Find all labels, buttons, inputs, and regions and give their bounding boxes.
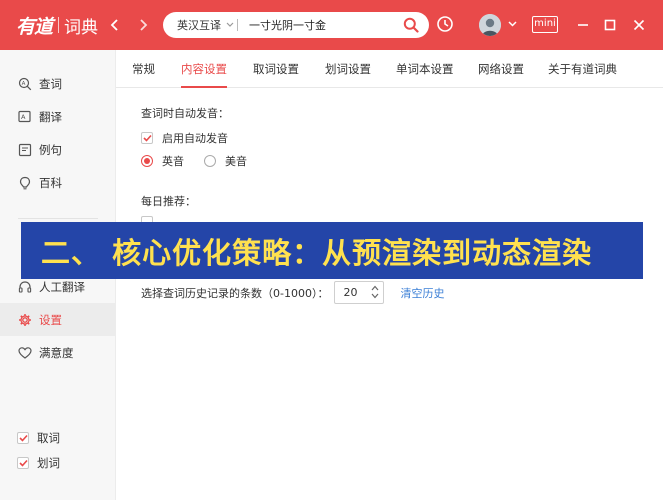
tab-wordbook-settings[interactable]: 单词本设置 bbox=[396, 50, 454, 88]
toggle-select-word[interactable]: 划词 bbox=[17, 455, 60, 471]
sidebar-item-satisfaction[interactable]: 满意度 bbox=[0, 336, 116, 369]
sidebar-item-encyclopedia[interactable]: 百科 bbox=[0, 166, 116, 199]
heart-icon bbox=[17, 345, 33, 361]
accent-radio-group: 英音 美音 bbox=[141, 153, 267, 169]
sentence-icon bbox=[17, 142, 33, 158]
gear-icon bbox=[17, 312, 33, 328]
search-box: 英汉互译 bbox=[163, 12, 429, 38]
title-bar: 有道 词典 英汉互译 mini bbox=[0, 0, 663, 50]
radio-dot bbox=[144, 158, 150, 164]
svg-text:A: A bbox=[22, 81, 26, 87]
history-count-stepper[interactable] bbox=[334, 281, 385, 304]
search-icon[interactable] bbox=[403, 17, 419, 33]
minimize-button[interactable] bbox=[574, 16, 592, 34]
sidebar-item-label: 百科 bbox=[39, 175, 62, 190]
sidebar-item-translate[interactable]: A 翻译 bbox=[0, 100, 116, 133]
chevron-down-icon[interactable] bbox=[508, 21, 517, 27]
stepper-arrows[interactable] bbox=[371, 284, 379, 300]
sidebar-item-label: 例句 bbox=[39, 142, 62, 157]
history-count-row: 选择查词历史记录的条数（0-1000）： 清空历史 bbox=[141, 281, 444, 304]
maximize-icon bbox=[604, 19, 616, 31]
history-count-input[interactable] bbox=[335, 286, 366, 299]
banner-text: 二、 核心优化策略：从预渲染到动态渲染 bbox=[41, 235, 593, 270]
forward-button[interactable] bbox=[134, 16, 152, 34]
close-button[interactable] bbox=[630, 16, 648, 34]
auto-pronounce-option[interactable]: 启用自动发音 bbox=[141, 130, 228, 146]
settings-content: 查词时自动发音： 启用自动发音 英音 美音 每日推荐： 选择查词历史记录的条数（… bbox=[116, 89, 663, 500]
search-book-icon: A bbox=[17, 76, 33, 92]
logo-divider bbox=[58, 17, 60, 33]
capture-word-checkbox[interactable] bbox=[17, 432, 29, 444]
sidebar-item-label: 满意度 bbox=[39, 345, 74, 360]
maximize-button[interactable] bbox=[601, 16, 619, 34]
chevron-down-icon[interactable] bbox=[371, 292, 379, 300]
auto-pronounce-label: 启用自动发音 bbox=[162, 132, 228, 145]
clear-history-link[interactable]: 清空历史 bbox=[400, 285, 444, 301]
select-word-label: 划词 bbox=[37, 456, 60, 470]
checkmark-icon bbox=[18, 434, 28, 442]
british-accent-label: 英音 bbox=[162, 155, 184, 168]
mini-mode-button[interactable]: mini bbox=[532, 16, 558, 33]
sidebar-item-lookup[interactable]: A 查词 bbox=[0, 67, 116, 100]
avatar[interactable] bbox=[479, 14, 501, 36]
radio-american-accent[interactable] bbox=[204, 155, 216, 167]
chevron-right-icon bbox=[140, 19, 148, 31]
language-selector[interactable]: 英汉互译 bbox=[177, 17, 234, 33]
tab-network-settings[interactable]: 网络设置 bbox=[478, 50, 524, 88]
back-button[interactable] bbox=[106, 16, 124, 34]
tab-about[interactable]: 关于有道词典 bbox=[548, 50, 617, 88]
logo-subtitle: 词典 bbox=[64, 17, 99, 38]
checkmark-icon bbox=[142, 134, 152, 142]
headset-icon bbox=[17, 279, 33, 295]
tab-select-settings[interactable]: 划词设置 bbox=[325, 50, 371, 88]
overlay-banner: 二、 核心优化策略：从预渲染到动态渲染 bbox=[21, 222, 643, 279]
svg-text:A: A bbox=[21, 113, 26, 121]
close-icon bbox=[633, 19, 645, 31]
search-divider bbox=[237, 19, 238, 31]
user-avatar-icon bbox=[479, 14, 501, 36]
daily-section-title: 每日推荐： bbox=[141, 195, 196, 208]
settings-tabs: 常规 内容设置 取词设置 划词设置 单词本设置 网络设置 关于有道词典 bbox=[116, 50, 663, 88]
sidebar-item-label: 查词 bbox=[39, 76, 62, 91]
toggle-capture-word[interactable]: 取词 bbox=[17, 430, 60, 446]
translate-icon: A bbox=[17, 109, 33, 125]
search-input[interactable] bbox=[249, 16, 389, 34]
chevron-left-icon bbox=[110, 19, 118, 31]
app-logo: 有道 词典 bbox=[16, 13, 99, 38]
select-word-checkbox[interactable] bbox=[17, 457, 29, 469]
sidebar-divider bbox=[18, 218, 98, 219]
youdao-dictionary-window: 有道 词典 英汉互译 mini bbox=[0, 0, 663, 500]
checkmark-icon bbox=[18, 459, 28, 467]
tab-capture-settings[interactable]: 取词设置 bbox=[253, 50, 299, 88]
radio-british-accent[interactable] bbox=[141, 155, 153, 167]
sidebar-item-label: 人工翻译 bbox=[39, 279, 85, 294]
logo-brand: 有道 bbox=[16, 15, 53, 38]
minimize-icon bbox=[578, 24, 588, 26]
american-accent-label: 美音 bbox=[225, 155, 247, 168]
tab-content-settings[interactable]: 内容设置 bbox=[181, 50, 227, 88]
history-icon[interactable] bbox=[436, 15, 454, 33]
sidebar-item-label: 设置 bbox=[39, 312, 62, 327]
pronounce-section-title: 查词时自动发音： bbox=[141, 107, 229, 120]
chevron-up-icon[interactable] bbox=[371, 284, 379, 292]
sidebar-item-sentences[interactable]: 例句 bbox=[0, 133, 116, 166]
chevron-down-icon bbox=[226, 22, 234, 27]
encyclopedia-icon bbox=[17, 175, 33, 191]
sidebar-item-settings[interactable]: 设置 bbox=[0, 303, 116, 336]
capture-word-label: 取词 bbox=[37, 431, 60, 445]
sidebar-item-label: 翻译 bbox=[39, 109, 62, 124]
history-count-label: 选择查词历史记录的条数（0-1000）： bbox=[141, 286, 329, 300]
auto-pronounce-checkbox[interactable] bbox=[141, 132, 153, 144]
tab-general[interactable]: 常规 bbox=[132, 50, 155, 88]
language-selector-label: 英汉互译 bbox=[177, 19, 221, 32]
